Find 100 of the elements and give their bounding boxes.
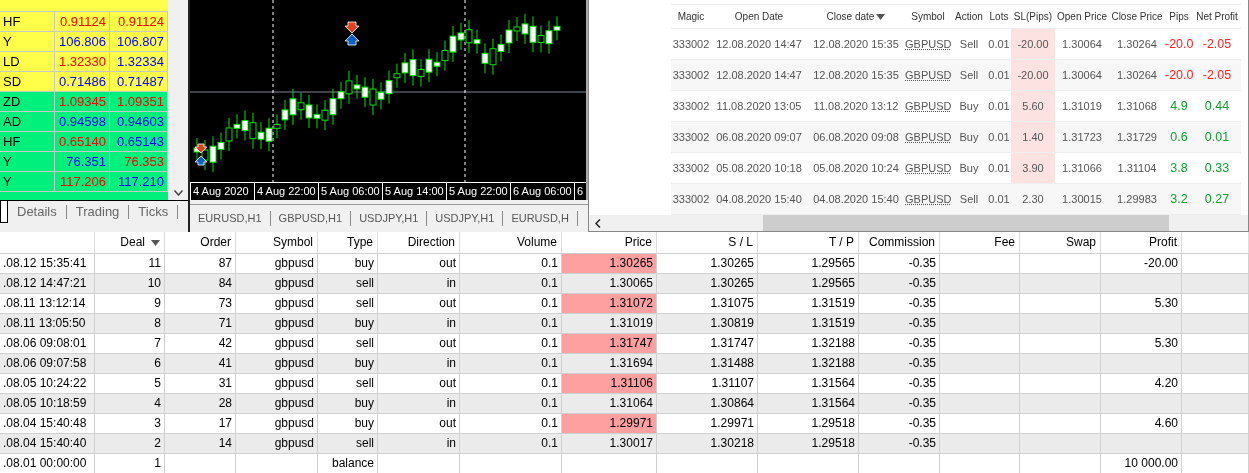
- table-cell-text: 11.08.2020 13:12: [812, 99, 900, 114]
- table-row[interactable]: .08.04 15:40:48 3 17 gbpusd buy out 0.1 1.29971 1.29971 1.29518 -0.35 4.60: [0, 413, 1249, 433]
- tab[interactable]: [0, 201, 8, 223]
- pips-value: 4.9: [1170, 99, 1188, 113]
- table-cell-text: 1.31104: [1116, 161, 1158, 176]
- table-row[interactable]: .08.11 13:12:14 9 73 gbpusd sell out 0.1 1.31072 1.31075 1.31519 -0.35 5.30: [0, 293, 1249, 313]
- table-cell: -20.00: [1011, 60, 1055, 90]
- column-header[interactable]: Close date: [807, 11, 905, 22]
- symbol-cell: HF: [0, 132, 55, 151]
- symbol-cell: SD: [0, 72, 55, 91]
- column-header[interactable]: Open Price: [1055, 11, 1109, 22]
- column-header[interactable]: Lots: [987, 11, 1011, 22]
- horizontal-scrollbar[interactable]: [589, 215, 1248, 231]
- table-row[interactable]: .08.01 00:00:00 1 balance 10 000.00: [0, 453, 1249, 473]
- chart-tab[interactable]: GBPUSD,H1: [270, 210, 352, 226]
- table-cell: 1.30265: [562, 254, 657, 273]
- chart-tab[interactable]: EURUSD,H: [503, 210, 578, 226]
- table-cell: 1.31072: [562, 294, 657, 313]
- quote-row[interactable]: HF 0.91124 0.91124: [0, 12, 168, 32]
- chart-tab[interactable]: USDJPY,H1: [351, 210, 428, 226]
- table-cell-text: 333002: [671, 161, 711, 176]
- bid-price: 0.94598: [59, 114, 106, 129]
- symbol-link[interactable]: GBPUSD: [905, 184, 951, 214]
- column-header[interactable]: Magic: [671, 11, 711, 22]
- table-cell-text: 1.30264: [1116, 68, 1158, 83]
- symbol-link[interactable]: GBPUSD: [905, 29, 951, 59]
- table-row[interactable]: .08.12 15:35:41 11 87 gbpusd buy out 0.1 1.30265 1.30265 1.29565 -0.35 -20.00: [0, 253, 1249, 273]
- symbol-cell: Y: [0, 32, 55, 51]
- table-cell-text: 0.01: [987, 68, 1011, 83]
- symbol-cell: Y: [0, 152, 55, 171]
- symbol-cell: LD: [0, 52, 55, 71]
- symbol-link[interactable]: GBPUSD: [905, 122, 951, 152]
- bid-price: 76.351: [66, 154, 106, 169]
- table-row[interactable]: .08.06 09:07:58 6 41 gbpusd buy in 0.1 1.31694 1.31488 1.32188 -0.35: [0, 353, 1249, 373]
- ask-price: 0.91124: [117, 14, 164, 29]
- column-header[interactable]: Net Profit: [1193, 11, 1241, 22]
- table-cell-text: 0.01: [987, 99, 1011, 114]
- ask-price: 106.807: [117, 34, 164, 49]
- axis-label: 5 Aug 22:00: [446, 183, 510, 200]
- table-row[interactable]: .08.11 13:05:50 8 71 gbpusd buy in 0.1 1.31019 1.30819 1.31519 -0.35: [0, 313, 1249, 333]
- table-cell: 3.90: [1011, 153, 1055, 183]
- quote-row[interactable]: SD 0.71486 0.71487: [0, 72, 168, 92]
- table-cell-text: 1.30064: [1061, 37, 1103, 52]
- column-header[interactable]: SL(Pips): [1011, 11, 1055, 22]
- table-row[interactable]: .08.06 09:08:01 7 42 gbpusd sell out 0.1 1.31747 1.31747 1.32188 -0.35 5.30: [0, 333, 1249, 353]
- quote-row[interactable]: ZD 1.09345 1.09351: [0, 92, 168, 112]
- bid-price: 1.09345: [59, 94, 106, 109]
- sort-down-icon: [876, 13, 886, 20]
- quote-row[interactable]: Y 106.806 106.807: [0, 32, 168, 52]
- quote-row[interactable]: HF 0.65140 0.65143: [0, 132, 168, 152]
- table-cell: 1: [95, 454, 165, 473]
- table-cell: 10 000.00: [1101, 454, 1182, 473]
- table-cell-text: 11.08.2020 13:05: [715, 99, 803, 114]
- symbol-link[interactable]: GBPUSD: [905, 153, 951, 183]
- scroll-left-icon[interactable]: [595, 218, 601, 228]
- table-cell: .08.01 00:00:00: [0, 454, 95, 473]
- table-cell-text: 1.31066: [1061, 161, 1103, 176]
- down-arrow-icon: [194, 143, 208, 154]
- chart-tab[interactable]: USDJPY,H1: [427, 210, 504, 226]
- quote-row[interactable]: Y 76.351 76.353: [0, 152, 168, 172]
- table-row[interactable]: .08.04 15:40:40 2 14 gbpusd sell in 0.1 1.30017 1.30218 1.29518 -0.35: [0, 433, 1249, 453]
- table-cell: 1.29971: [562, 414, 657, 433]
- quote-row[interactable]: AD 0.94598 0.94603: [0, 112, 168, 132]
- tab[interactable]: Details: [8, 205, 67, 219]
- chart-tab[interactable]: EURUSD,H1: [190, 210, 271, 226]
- table-row[interactable]: .08.05 10:24:22 5 31 gbpusd sell out 0.1 1.31106 1.31107 1.31564 -0.35 4.20: [0, 373, 1249, 393]
- profit-value: 0.01: [1204, 130, 1230, 144]
- table-row[interactable]: .08.12 14:47:21 10 84 gbpusd sell in 0.1 1.30065 1.30265 1.29565 -0.35: [0, 273, 1249, 293]
- bid-price: 0.71486: [59, 74, 106, 89]
- tab[interactable]: Ticks: [129, 205, 179, 219]
- column-header[interactable]: Close Price: [1109, 11, 1165, 22]
- column-header[interactable]: Action: [951, 11, 987, 22]
- symbol-link[interactable]: GBPUSD: [905, 60, 951, 90]
- table-row[interactable]: .08.05 10:18:59 4 28 gbpusd buy in 0.1 1.31064 1.30864 1.31564 -0.35: [0, 393, 1249, 413]
- bid-price: 1.32330: [59, 54, 106, 69]
- profit-value: -2.05: [1202, 37, 1232, 51]
- bid-price: 0.65140: [59, 134, 106, 149]
- pips-value: 3.2: [1170, 192, 1188, 206]
- table-cell-text: 1.30015: [1061, 192, 1103, 207]
- symbol-link[interactable]: GBPUSD: [905, 91, 951, 121]
- bid-price: 117.206: [59, 174, 106, 189]
- column-header[interactable]: Open Date: [711, 11, 807, 22]
- table-cell-text: Buy: [958, 99, 980, 114]
- column-header[interactable]: Symbol: [905, 11, 951, 22]
- table-cell: -20.00: [1011, 29, 1055, 59]
- table-cell-text: Sell: [958, 68, 980, 83]
- axis-label: 5 Aug 06:00: [318, 183, 382, 200]
- quote-row[interactable]: Y 117.206 117.210: [0, 172, 168, 192]
- table-cell: 5.60: [1011, 91, 1055, 121]
- table-cell-text: 06.08.2020 09:07: [715, 130, 803, 145]
- table-cell-text: 0.01: [987, 37, 1011, 52]
- profit-value: 0.44: [1204, 99, 1230, 113]
- tab[interactable]: Trading: [66, 205, 130, 219]
- table-cell-text: 333002: [671, 68, 711, 83]
- column-header[interactable]: Pips: [1165, 11, 1193, 22]
- pips-value: 3.8: [1170, 161, 1188, 175]
- table-cell-text: 05.08.2020 10:24: [812, 161, 900, 176]
- table-cell-text: 06.08.2020 09:08: [812, 130, 900, 145]
- scroll-down-icon[interactable]: [173, 190, 183, 196]
- quote-row[interactable]: LD 1.32330 1.32334: [0, 52, 168, 72]
